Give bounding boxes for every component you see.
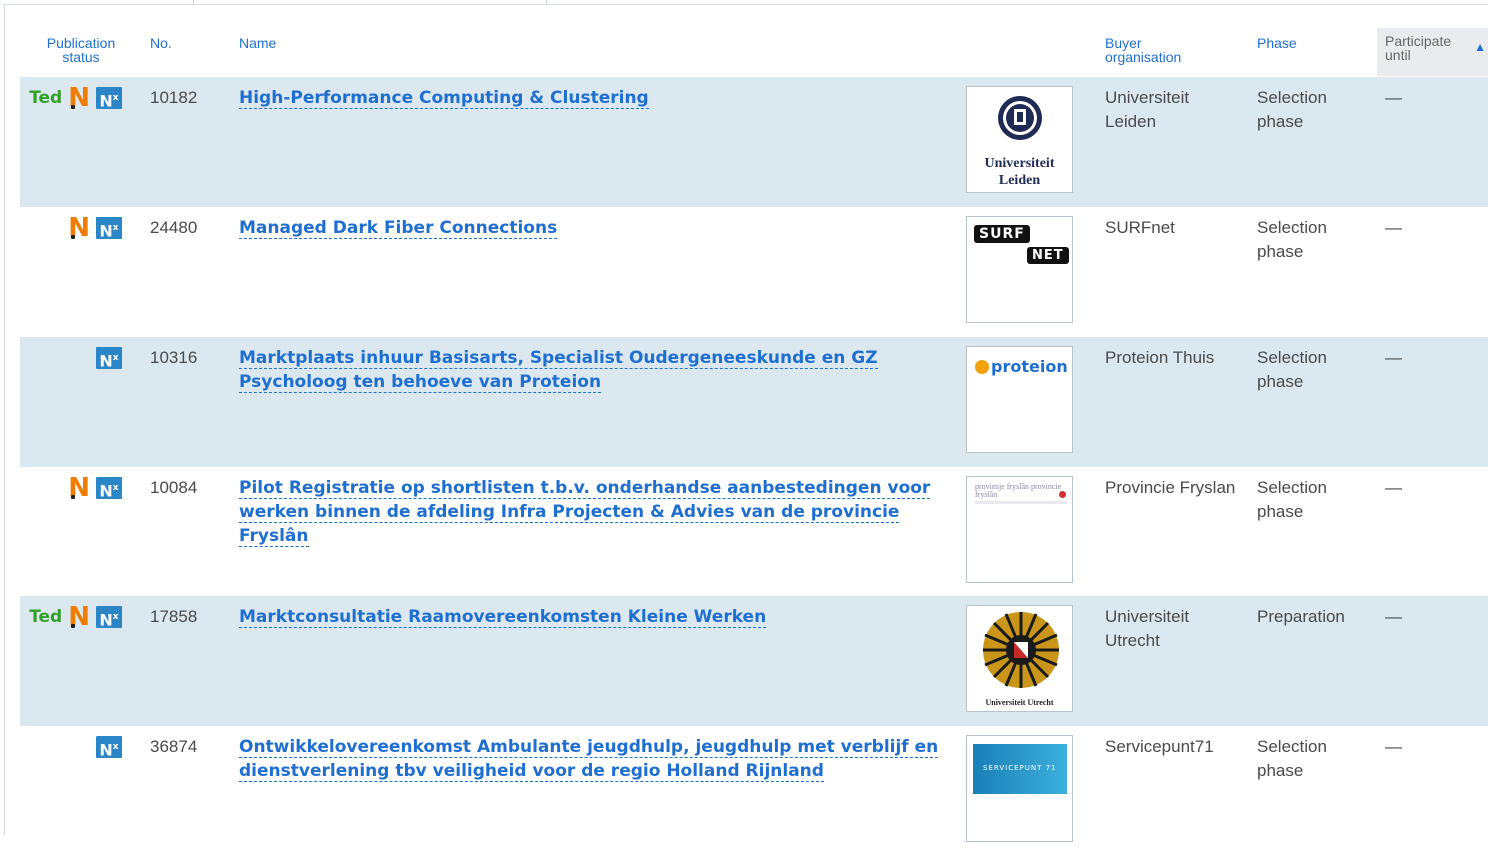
table-header: Publication status No. Name Buyer organi… — [20, 28, 1488, 76]
n-icon: N — [68, 213, 90, 243]
nx-icon: Nx — [96, 606, 122, 629]
tender-name-link[interactable]: Pilot Registratie op shortlisten t.b.v. … — [239, 478, 931, 547]
tender-name-link[interactable]: Marktconsultatie Raamovereenkomsten Klei… — [239, 607, 767, 628]
sort-ascending-icon: ▲ — [1474, 40, 1486, 54]
leiden-seal-icon — [998, 96, 1042, 140]
tender-name[interactable]: Marktconsultatie Raamovereenkomsten Klei… — [239, 605, 939, 629]
buyer-logo: SERVICEPUNT 71 — [966, 735, 1073, 842]
tender-name-link[interactable]: Managed Dark Fiber Connections — [239, 218, 558, 239]
buyer-organisation: Provincie Fryslan — [1105, 478, 1236, 497]
phase: Selection phase — [1257, 478, 1327, 521]
participate-until: — — [1385, 348, 1402, 367]
buyer-organisation: Universiteit Leiden — [1105, 88, 1190, 131]
logo-underline — [975, 501, 1067, 504]
buyer-logo: Universiteit Utrecht — [966, 605, 1073, 712]
header-phase[interactable]: Phase — [1257, 36, 1297, 50]
proteion-mark-icon — [975, 359, 989, 374]
n-icon: N — [68, 602, 90, 632]
nx-icon: Nx — [96, 347, 122, 370]
buyer-logo: proteion — [966, 346, 1073, 453]
proteion-logo: proteion — [975, 357, 1068, 376]
participate-until: — — [1385, 88, 1402, 107]
tender-name[interactable]: Marktplaats inhuur Basisarts, Specialist… — [239, 346, 939, 394]
utrecht-sun-icon — [983, 612, 1059, 688]
participate-until: — — [1385, 218, 1402, 237]
n-icon: N — [68, 83, 90, 113]
logo-text: SERVICEPUNT 71 — [983, 764, 1057, 772]
tender-name-link[interactable]: Ontwikkelovereenkomst Ambulante jeugdhul… — [239, 737, 939, 782]
tender-name-link[interactable]: Marktplaats inhuur Basisarts, Specialist… — [239, 348, 878, 393]
phase: Selection phase — [1257, 218, 1327, 261]
publication-status-icons: N Nx — [68, 473, 122, 503]
buyer-organisation: SURFnet — [1105, 218, 1175, 237]
tender-number: 10182 — [150, 88, 198, 107]
tender-number: 24480 — [150, 218, 198, 237]
table-row[interactable]: Nx 36874 Ontwikkelovereenkomst Ambulante… — [20, 726, 1488, 856]
header-name[interactable]: Name — [239, 36, 276, 50]
n-icon: N — [68, 473, 90, 503]
phase: Selection phase — [1257, 737, 1327, 780]
fryslan-mark-icon — [1059, 491, 1066, 498]
nx-icon: Nx — [96, 477, 122, 500]
servicepunt-logo: SERVICEPUNT 71 — [973, 744, 1067, 794]
header-number[interactable]: No. — [150, 36, 172, 50]
tender-number: 36874 — [150, 737, 198, 756]
logo-text-net: NET — [1027, 247, 1069, 264]
publication-status-icons: Nx — [96, 346, 122, 370]
tender-name[interactable]: Ontwikkelovereenkomst Ambulante jeugdhul… — [239, 735, 939, 783]
tender-number: 10084 — [150, 478, 198, 497]
table-row[interactable]: N Nx 10084 Pilot Registratie op shortlis… — [20, 467, 1488, 597]
header-publication-status[interactable]: Publication status — [40, 36, 122, 64]
table-row[interactable]: Ted N Nx 10182 High-Performance Computin… — [20, 77, 1488, 207]
ted-icon: Ted — [29, 88, 63, 108]
nx-icon: Nx — [96, 736, 122, 759]
ted-icon: Ted — [29, 607, 63, 627]
phase: Selection phase — [1257, 88, 1327, 131]
buyer-organisation: Servicepunt71 — [1105, 737, 1214, 756]
buyer-logo: provinsje fryslân provincie fryslân — [966, 476, 1073, 583]
tender-name[interactable]: Pilot Registratie op shortlisten t.b.v. … — [239, 476, 939, 548]
buyer-organisation: Proteion Thuis — [1105, 348, 1215, 367]
tender-number: 10316 — [150, 348, 198, 367]
participate-until: — — [1385, 607, 1402, 626]
phase: Preparation — [1257, 607, 1345, 626]
table-row[interactable]: N Nx 24480 Managed Dark Fiber Connection… — [20, 207, 1488, 337]
header-participate-until[interactable]: Participate until ▲ — [1377, 28, 1488, 76]
logo-text: Universiteit Leiden — [984, 156, 1055, 188]
participate-until: — — [1385, 478, 1402, 497]
participate-until: — — [1385, 737, 1402, 756]
publication-status-icons: Ted N Nx — [29, 602, 122, 632]
logo-text-surf: SURF — [974, 225, 1030, 243]
nx-icon: Nx — [96, 217, 122, 240]
tender-name[interactable]: Managed Dark Fiber Connections — [239, 216, 939, 240]
publication-status-icons: N Nx — [68, 213, 122, 243]
header-buyer-organisation[interactable]: Buyer organisation — [1105, 36, 1205, 64]
buyer-logo: SURF NET — [966, 216, 1073, 323]
table-row[interactable]: Nx 10316 Marktplaats inhuur Basisarts, S… — [20, 337, 1488, 467]
buyer-logo: Universiteit Leiden — [966, 86, 1073, 193]
tender-name-link[interactable]: High-Performance Computing & Clustering — [239, 88, 649, 109]
buyer-organisation: Universiteit Utrecht — [1105, 607, 1190, 650]
table-row[interactable]: Ted N Nx 17858 Marktconsultatie Raamover… — [20, 596, 1488, 726]
publication-status-icons: Ted N Nx — [29, 83, 122, 113]
publication-status-icons: Nx — [96, 735, 122, 759]
tender-name[interactable]: High-Performance Computing & Clustering — [239, 86, 939, 110]
phase: Selection phase — [1257, 348, 1327, 391]
header-participate-until-label: Participate until — [1385, 33, 1452, 63]
logo-text: proteion — [991, 357, 1068, 376]
tender-number: 17858 — [150, 607, 198, 626]
logo-text: Universiteit Utrecht — [985, 698, 1054, 707]
nx-icon: Nx — [96, 87, 122, 110]
logo-text: provinsje fryslân provincie fryslân — [975, 482, 1062, 499]
